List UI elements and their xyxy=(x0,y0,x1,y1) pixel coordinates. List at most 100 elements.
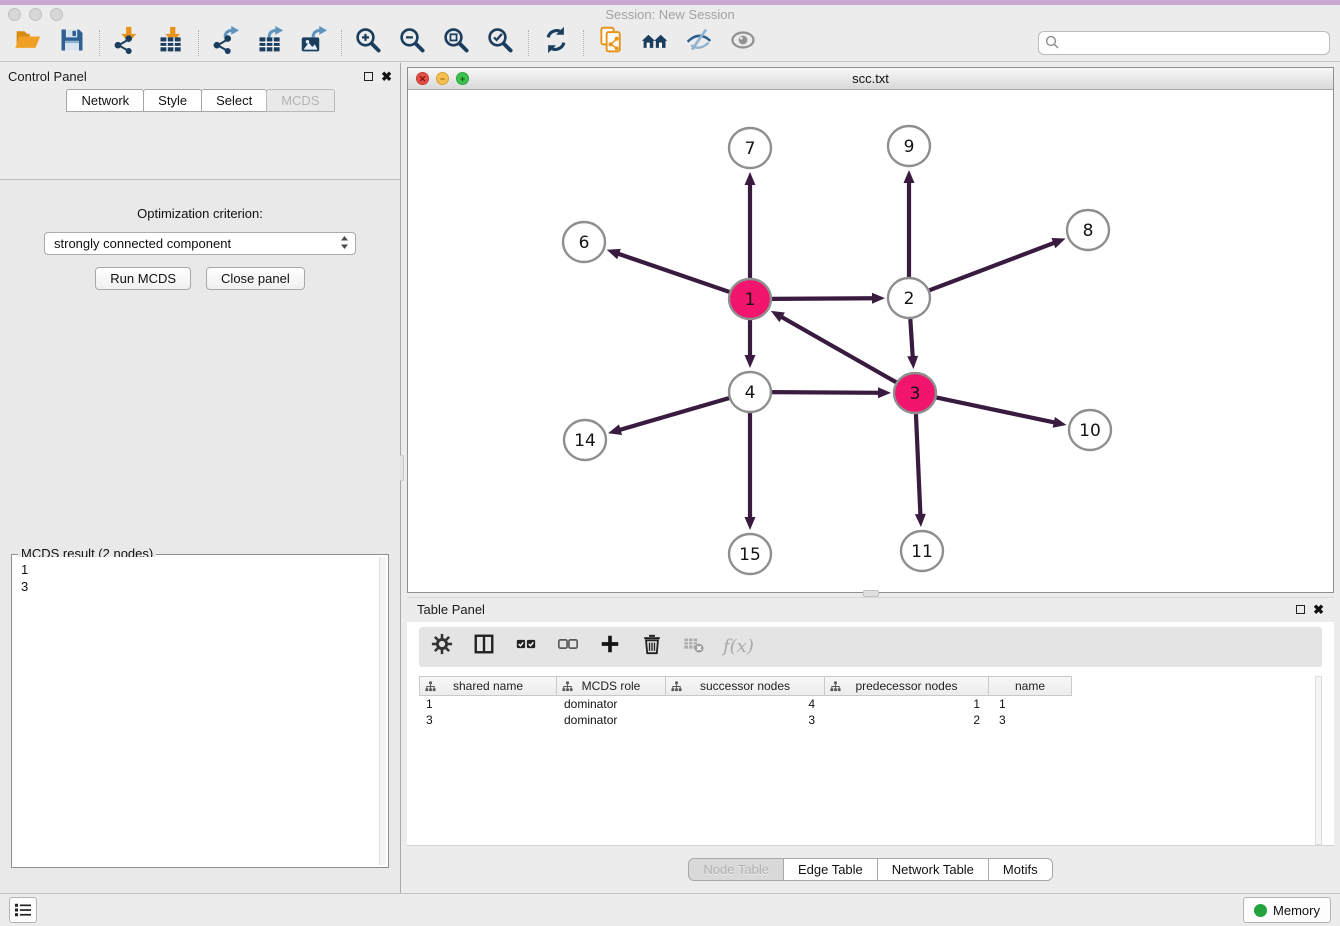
minimize-window-button[interactable] xyxy=(29,8,42,21)
refresh-view-icon xyxy=(542,26,570,59)
import-table-icon xyxy=(157,26,185,59)
mcds-result-node: 3 xyxy=(14,578,386,595)
search-input[interactable] xyxy=(1038,31,1330,55)
titlebar[interactable]: Session: New Session xyxy=(0,5,1340,24)
network-window-titlebar[interactable]: ✕ − + scc.txt xyxy=(408,68,1333,90)
open-session-button[interactable] xyxy=(10,27,46,59)
close-panel-button[interactable]: Close panel xyxy=(206,267,305,290)
toggle-columns-button[interactable] xyxy=(471,634,497,660)
first-neighbors-button[interactable] xyxy=(637,27,673,59)
table-panel: Table Panel ✖ f(x) shared nameMCDS roles… xyxy=(407,597,1334,893)
close-panel-icon[interactable]: ✖ xyxy=(381,70,392,83)
graph-edge-1-6[interactable] xyxy=(616,253,730,292)
float-table-panel-icon[interactable] xyxy=(1296,605,1305,614)
column-header-successor-nodes[interactable]: successor nodes xyxy=(665,676,825,696)
hide-selected-button[interactable] xyxy=(681,27,717,59)
list-icon xyxy=(14,902,32,918)
zoom-in-button[interactable] xyxy=(351,27,387,59)
zoom-selected-button[interactable] xyxy=(483,27,519,59)
horizontal-splitter-grip[interactable] xyxy=(863,590,879,597)
toolbar-separator xyxy=(198,30,199,56)
main-toolbar xyxy=(0,24,1340,62)
show-all-button[interactable] xyxy=(725,27,761,59)
graph-edge-3-1[interactable] xyxy=(780,316,897,383)
table-cell[interactable]: dominator xyxy=(557,696,667,712)
graph-node-label-9: 9 xyxy=(904,137,915,157)
save-session-button[interactable] xyxy=(54,27,90,59)
delete-columns-button[interactable] xyxy=(639,634,665,660)
tab-mcds[interactable]: MCDS xyxy=(266,89,334,112)
table-tab-motifs[interactable]: Motifs xyxy=(988,858,1053,881)
tab-select[interactable]: Select xyxy=(201,89,267,112)
graph-edge-2-3[interactable] xyxy=(910,319,913,359)
refresh-view-button[interactable] xyxy=(538,27,574,59)
import-network-button[interactable] xyxy=(109,27,145,59)
tab-style[interactable]: Style xyxy=(143,89,202,112)
graph-edge-arrow-3-11 xyxy=(915,514,926,527)
delete-table-button[interactable] xyxy=(681,634,707,660)
table-tab-edge-table[interactable]: Edge Table xyxy=(783,858,878,881)
attribute-icon xyxy=(830,681,841,695)
add-column-button[interactable] xyxy=(597,634,623,660)
export-image-button[interactable] xyxy=(296,27,332,59)
table-scrollbar[interactable] xyxy=(1315,676,1322,845)
network-close-icon[interactable]: ✕ xyxy=(416,72,429,85)
zoom-out-button[interactable] xyxy=(395,27,431,59)
memory-status-icon xyxy=(1254,904,1267,917)
graph-edge-3-11[interactable] xyxy=(916,414,921,517)
close-table-panel-icon[interactable]: ✖ xyxy=(1313,603,1324,616)
graph-edge-4-14[interactable] xyxy=(618,398,730,431)
table-cell[interactable]: 3 xyxy=(667,712,827,728)
table-header-row: shared nameMCDS rolesuccessor nodesprede… xyxy=(419,676,1322,696)
graph-edge-arrow-1-4 xyxy=(745,355,756,368)
table-options-button[interactable] xyxy=(429,634,455,660)
optimization-criterion-select[interactable]: strongly connected component xyxy=(44,232,356,255)
float-panel-icon[interactable] xyxy=(364,72,373,81)
apply-function-button[interactable]: f(x) xyxy=(723,634,754,660)
column-header-MCDS-role[interactable]: MCDS role xyxy=(556,676,666,696)
table-tab-network-table[interactable]: Network Table xyxy=(877,858,989,881)
table-cell[interactable]: 1 xyxy=(419,696,557,712)
table-cell[interactable]: 1 xyxy=(992,696,1076,712)
task-history-button[interactable] xyxy=(9,897,37,923)
export-table-button[interactable] xyxy=(252,27,288,59)
table-cell[interactable]: dominator xyxy=(557,712,667,728)
network-canvas[interactable]: 7968124314101511 xyxy=(408,90,1333,592)
export-network-button[interactable] xyxy=(208,27,244,59)
table-cell[interactable]: 2 xyxy=(827,712,992,728)
select-all-rows-icon xyxy=(515,633,537,660)
zoom-window-button[interactable] xyxy=(50,8,63,21)
clone-network-button[interactable] xyxy=(593,27,629,59)
table-cell[interactable]: 3 xyxy=(992,712,1076,728)
graph-edge-3-10[interactable] xyxy=(936,397,1057,423)
result-scrollbar[interactable] xyxy=(379,557,386,865)
zoom-fit-button[interactable] xyxy=(439,27,475,59)
column-header-predecessor-nodes[interactable]: predecessor nodes xyxy=(824,676,989,696)
graph-edge-4-3[interactable] xyxy=(771,392,881,393)
tab-network[interactable]: Network xyxy=(66,89,144,112)
graph-edge-1-2[interactable] xyxy=(771,298,875,299)
close-window-button[interactable] xyxy=(8,8,21,21)
table-cell[interactable]: 3 xyxy=(419,712,557,728)
export-network-icon xyxy=(212,26,240,59)
select-all-rows-button[interactable] xyxy=(513,634,539,660)
network-minimize-icon[interactable]: − xyxy=(436,72,449,85)
deselect-all-rows-button[interactable] xyxy=(555,634,581,660)
memory-button[interactable]: Memory xyxy=(1243,897,1331,923)
column-header-shared-name[interactable]: shared name xyxy=(419,676,557,696)
run-mcds-button[interactable]: Run MCDS xyxy=(95,267,191,290)
table-cell[interactable]: 4 xyxy=(667,696,827,712)
table-cell[interactable]: 1 xyxy=(827,696,992,712)
toolbar-separator xyxy=(99,30,100,56)
table-tab-node-table[interactable]: Node Table xyxy=(688,858,784,881)
attribute-icon xyxy=(562,681,573,695)
table-row[interactable]: 1dominator411 xyxy=(419,696,1322,712)
table-row[interactable]: 3dominator323 xyxy=(419,712,1322,728)
import-table-button[interactable] xyxy=(153,27,189,59)
zoom-fit-icon xyxy=(443,26,471,59)
mcds-result-list[interactable]: 13 xyxy=(14,557,386,865)
network-maximize-icon[interactable]: + xyxy=(456,72,469,85)
mcds-result-node: 1 xyxy=(14,557,386,578)
column-header-name[interactable]: name xyxy=(988,676,1072,696)
graph-edge-2-8[interactable] xyxy=(929,242,1057,290)
